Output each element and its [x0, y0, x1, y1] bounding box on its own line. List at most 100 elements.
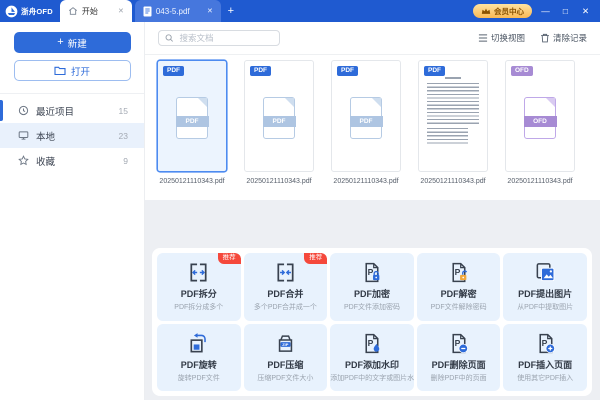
- clock-icon: [18, 105, 29, 116]
- file-type-badge: PDF: [250, 66, 271, 76]
- app-logo: 浙舟OFD: [0, 5, 60, 18]
- pdf-compress-icon: ZIP: [274, 332, 297, 355]
- document-card[interactable]: PDF PDF: [244, 60, 314, 172]
- sidebar-item-favorites[interactable]: 收藏 9: [0, 148, 144, 173]
- tab-home-label: 开始: [82, 6, 98, 17]
- item-count: 23: [119, 131, 128, 141]
- maximize-button[interactable]: □: [559, 0, 572, 22]
- document-card-selected[interactable]: PDF PDF: [157, 60, 227, 172]
- new-tab-button[interactable]: +: [221, 0, 241, 22]
- main-toolbar: 切换视图 清除记录: [145, 22, 600, 55]
- switch-view-button[interactable]: 切换视图: [478, 32, 525, 44]
- document-name: 20250121110343.pdf: [244, 178, 314, 185]
- sidebar-item-recent[interactable]: 最近项目 15: [0, 98, 144, 123]
- document-card[interactable]: PDF: [418, 60, 488, 172]
- svg-text:P: P: [368, 267, 374, 277]
- close-tab-icon[interactable]: ✕: [207, 7, 213, 15]
- tool-card-pdf-extract-images[interactable]: PDF提出图片 从PDF中提取图片: [503, 253, 587, 321]
- minimize-button[interactable]: —: [539, 0, 552, 22]
- search-icon: [165, 33, 173, 43]
- document-item: PDF 20250121110343.pdf: [418, 60, 488, 200]
- pdf-file-icon: PDF: [176, 97, 208, 139]
- monitor-icon: [18, 130, 29, 141]
- document-name: 20250121110343.pdf: [157, 178, 227, 185]
- tool-card-pdf-merge[interactable]: 推荐 PDF合并 多个PDF合并成一个: [244, 253, 328, 321]
- tools-panel: 推荐 PDF拆分 PDF拆分成多个 推荐: [152, 248, 592, 396]
- file-type-badge: PDF: [424, 66, 445, 76]
- member-center-button[interactable]: 会员中心: [473, 4, 532, 18]
- file-type-badge: OFD: [511, 66, 533, 76]
- tool-subtitle: 添加PDF中的文字或图片水印: [330, 373, 414, 383]
- tool-subtitle: 旋转PDF文件: [157, 373, 241, 383]
- document-item: PDF PDF 20250121110343.pdf: [331, 60, 401, 200]
- tool-subtitle: PDF拆分成多个: [157, 302, 241, 312]
- home-icon: [68, 6, 78, 16]
- document-card[interactable]: OFD OFD: [505, 60, 575, 172]
- sidebar-item-label: 最近项目: [36, 104, 74, 118]
- tool-card-pdf-encrypt[interactable]: P PDF加密 PDF文件添加密码: [330, 253, 414, 321]
- sidebar-item-label: 本地: [36, 129, 55, 143]
- crown-icon: [481, 7, 491, 15]
- recommend-badge: 推荐: [304, 253, 327, 264]
- document-name: 20250121110343.pdf: [505, 178, 575, 185]
- main-area: 切换视图 清除记录 PDF PDF: [145, 22, 600, 400]
- app-window: 浙舟OFD 开始 ✕ 043-5.pdf ✕ + 会员中心: [0, 0, 600, 400]
- trash-icon: [540, 33, 550, 43]
- app-name: 浙舟OFD: [21, 6, 53, 17]
- clear-records-button[interactable]: 清除记录: [540, 32, 587, 44]
- pdf-encrypt-icon: P: [360, 261, 383, 284]
- search-input[interactable]: [177, 32, 273, 44]
- tool-title: PDF合并: [244, 287, 328, 300]
- list-view-icon: [478, 33, 488, 43]
- sidebar: + 新建 打开 最近项目 15: [0, 22, 145, 400]
- tool-card-pdf-split[interactable]: 推荐 PDF拆分 PDF拆分成多个: [157, 253, 241, 321]
- tool-subtitle: 使用其它PDF插入: [503, 373, 587, 383]
- tool-subtitle: 从PDF中提取图片: [503, 302, 587, 312]
- tool-card-pdf-watermark[interactable]: P PDF添加水印 添加PDF中的文字或图片水印: [330, 324, 414, 392]
- search-box[interactable]: [158, 30, 280, 46]
- sidebar-item-label: 收藏: [36, 154, 55, 168]
- new-document-button[interactable]: + 新建: [14, 32, 131, 53]
- open-document-button[interactable]: 打开: [14, 60, 131, 81]
- ofd-file-icon: OFD: [524, 97, 556, 139]
- tools-section: 推荐 PDF拆分 PDF拆分成多个 推荐: [145, 200, 600, 400]
- pdf-insert-pages-icon: P: [534, 332, 557, 355]
- tool-card-pdf-insert-pages[interactable]: P PDF插入页面 使用其它PDF插入: [503, 324, 587, 392]
- tool-title: PDF解密: [417, 287, 501, 300]
- svg-text:ZIP: ZIP: [282, 341, 289, 346]
- tab-document-label: 043-5.pdf: [156, 7, 190, 16]
- svg-text:P: P: [368, 337, 374, 347]
- tool-subtitle: 多个PDF合并成一个: [244, 302, 328, 312]
- close-button[interactable]: ✕: [579, 0, 592, 22]
- pdf-watermark-icon: P: [360, 332, 383, 355]
- titlebar: 浙舟OFD 开始 ✕ 043-5.pdf ✕ + 会员中心: [0, 0, 600, 22]
- switch-view-label: 切换视图: [491, 32, 525, 44]
- pdf-rotate-icon: [187, 332, 210, 355]
- tool-title: PDF拆分: [157, 287, 241, 300]
- tool-card-pdf-compress[interactable]: ZIP PDF压缩 压缩PDF文件大小: [244, 324, 328, 392]
- tool-card-pdf-rotate[interactable]: PDF旋转 旋转PDF文件: [157, 324, 241, 392]
- tool-title: PDF插入页面: [503, 358, 587, 371]
- tool-title: PDF加密: [330, 287, 414, 300]
- close-tab-icon[interactable]: ✕: [118, 7, 124, 15]
- tool-subtitle: 压缩PDF文件大小: [244, 373, 328, 383]
- new-button-label: 新建: [68, 36, 87, 50]
- svg-text:P: P: [455, 267, 461, 277]
- pdf-delete-pages-icon: P: [447, 332, 470, 355]
- tool-title: PDF删除页面: [417, 358, 501, 371]
- sidebar-item-local[interactable]: 本地 23: [0, 123, 144, 148]
- document-item: OFD OFD 20250121110343.pdf: [505, 60, 575, 200]
- document-item: PDF PDF 20250121110343.pdf: [244, 60, 314, 200]
- tool-subtitle: PDF文件添加密码: [330, 302, 414, 312]
- tool-card-pdf-delete-pages[interactable]: P PDF删除页面 删除PDF中的页面: [417, 324, 501, 392]
- document-card[interactable]: PDF PDF: [331, 60, 401, 172]
- recommend-badge: 推荐: [218, 253, 241, 264]
- tab-document[interactable]: 043-5.pdf ✕: [135, 0, 221, 22]
- tab-home[interactable]: 开始 ✕: [60, 0, 132, 22]
- tool-card-pdf-decrypt[interactable]: P PDF解密 PDF文件解除密码: [417, 253, 501, 321]
- tool-title: PDF压缩: [244, 358, 328, 371]
- tool-subtitle: PDF文件解除密码: [417, 302, 501, 312]
- pdf-extract-images-icon: [534, 261, 557, 284]
- plus-icon: +: [57, 37, 63, 48]
- sidebar-divider: [0, 93, 144, 94]
